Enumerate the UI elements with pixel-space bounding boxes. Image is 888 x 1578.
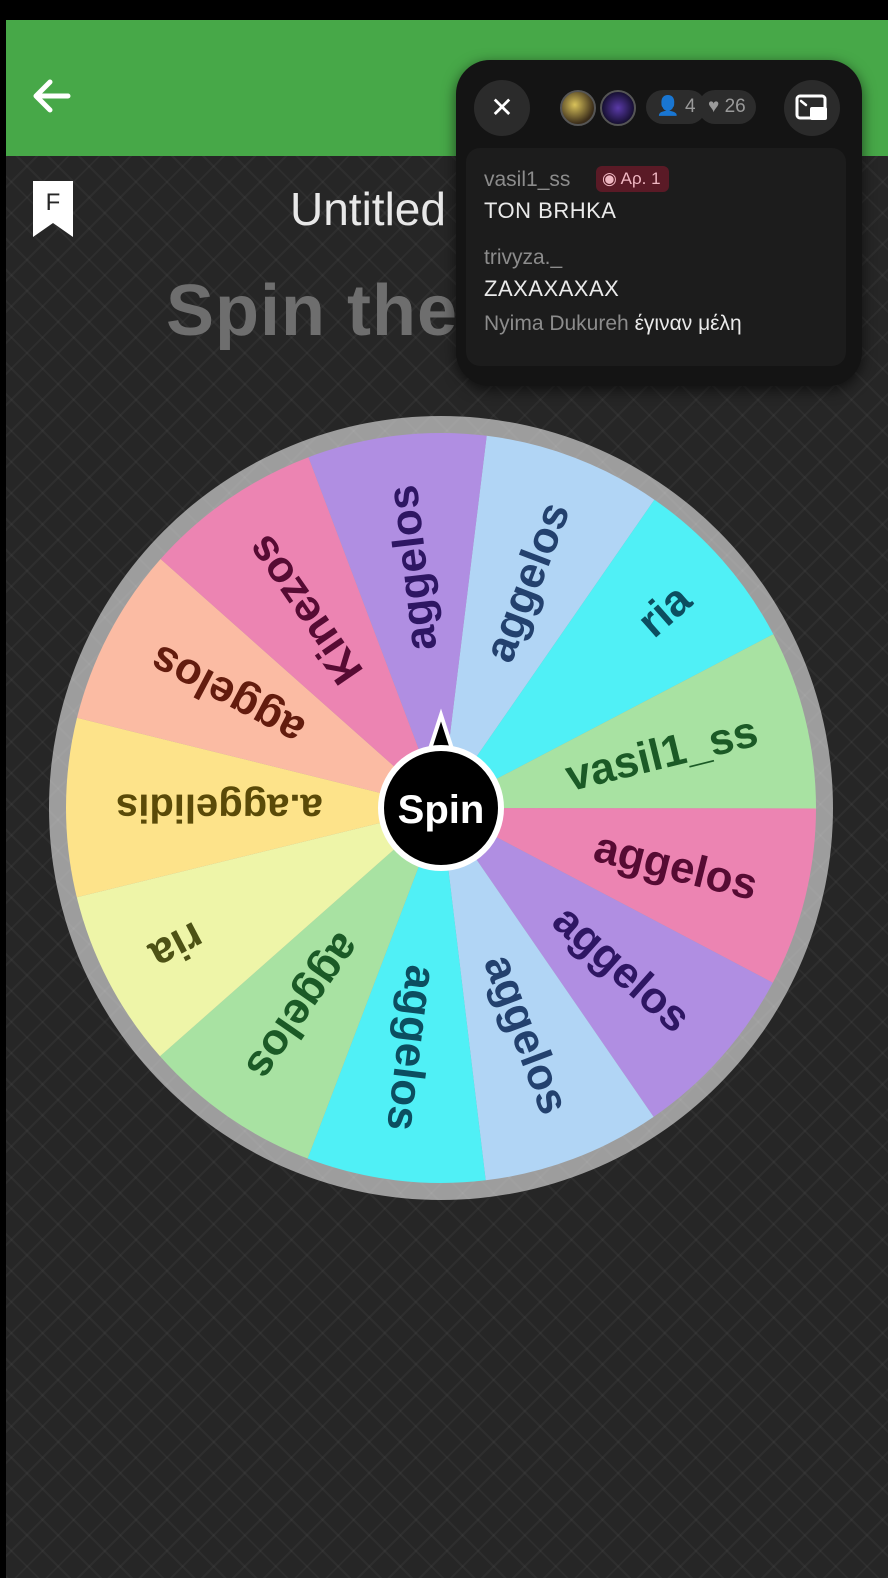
join-text: έγιναν μέλη <box>634 312 742 335</box>
pointer-join <box>432 758 450 764</box>
like-count-value: 26 <box>724 96 746 117</box>
viewer-avatar[interactable] <box>560 90 596 126</box>
chat-message: ZAXAXAXAX <box>484 276 620 301</box>
viewer-count-value: 4 <box>684 96 696 117</box>
rank-badge: ◉ Αρ. 1 <box>596 166 669 192</box>
live-overlay: ✕ 👤 4 ♥ 26 vasil1_ss ◉ Αρ. 1 TON BRHKA t… <box>456 60 862 386</box>
chat-username[interactable]: trivyza._ <box>484 246 562 270</box>
rank-badge-label: Αρ. 1 <box>620 169 661 188</box>
picture-in-picture-button[interactable] <box>784 80 840 136</box>
viewer-count: 👤 4 <box>646 90 706 124</box>
close-live-button[interactable]: ✕ <box>474 80 530 136</box>
app-screen: F Untitled Spin the aggelos ria vasil1_ss a… <box>6 20 888 1578</box>
wheel-segment-label: a.aggelidis <box>116 786 323 830</box>
join-notice: Nyima Dukureh έγιναν μέλη <box>484 312 742 336</box>
chat-message: TON BRHKA <box>484 198 617 223</box>
like-count: ♥ 26 <box>698 90 756 124</box>
viewer-avatar[interactable] <box>600 90 636 126</box>
flame-icon: ◉ <box>602 169 617 188</box>
spin-button-label: Spin <box>398 788 485 832</box>
join-username[interactable]: Nyima Dukureh <box>484 312 629 335</box>
close-icon: ✕ <box>490 92 514 123</box>
picture-in-picture-icon <box>795 94 827 120</box>
heart-icon: ♥ <box>708 96 720 117</box>
chat-username[interactable]: vasil1_ss <box>484 168 570 192</box>
person-icon: 👤 <box>656 96 680 117</box>
live-chat: vasil1_ss ◉ Αρ. 1 TON BRHKA trivyza._ ZA… <box>466 148 846 366</box>
